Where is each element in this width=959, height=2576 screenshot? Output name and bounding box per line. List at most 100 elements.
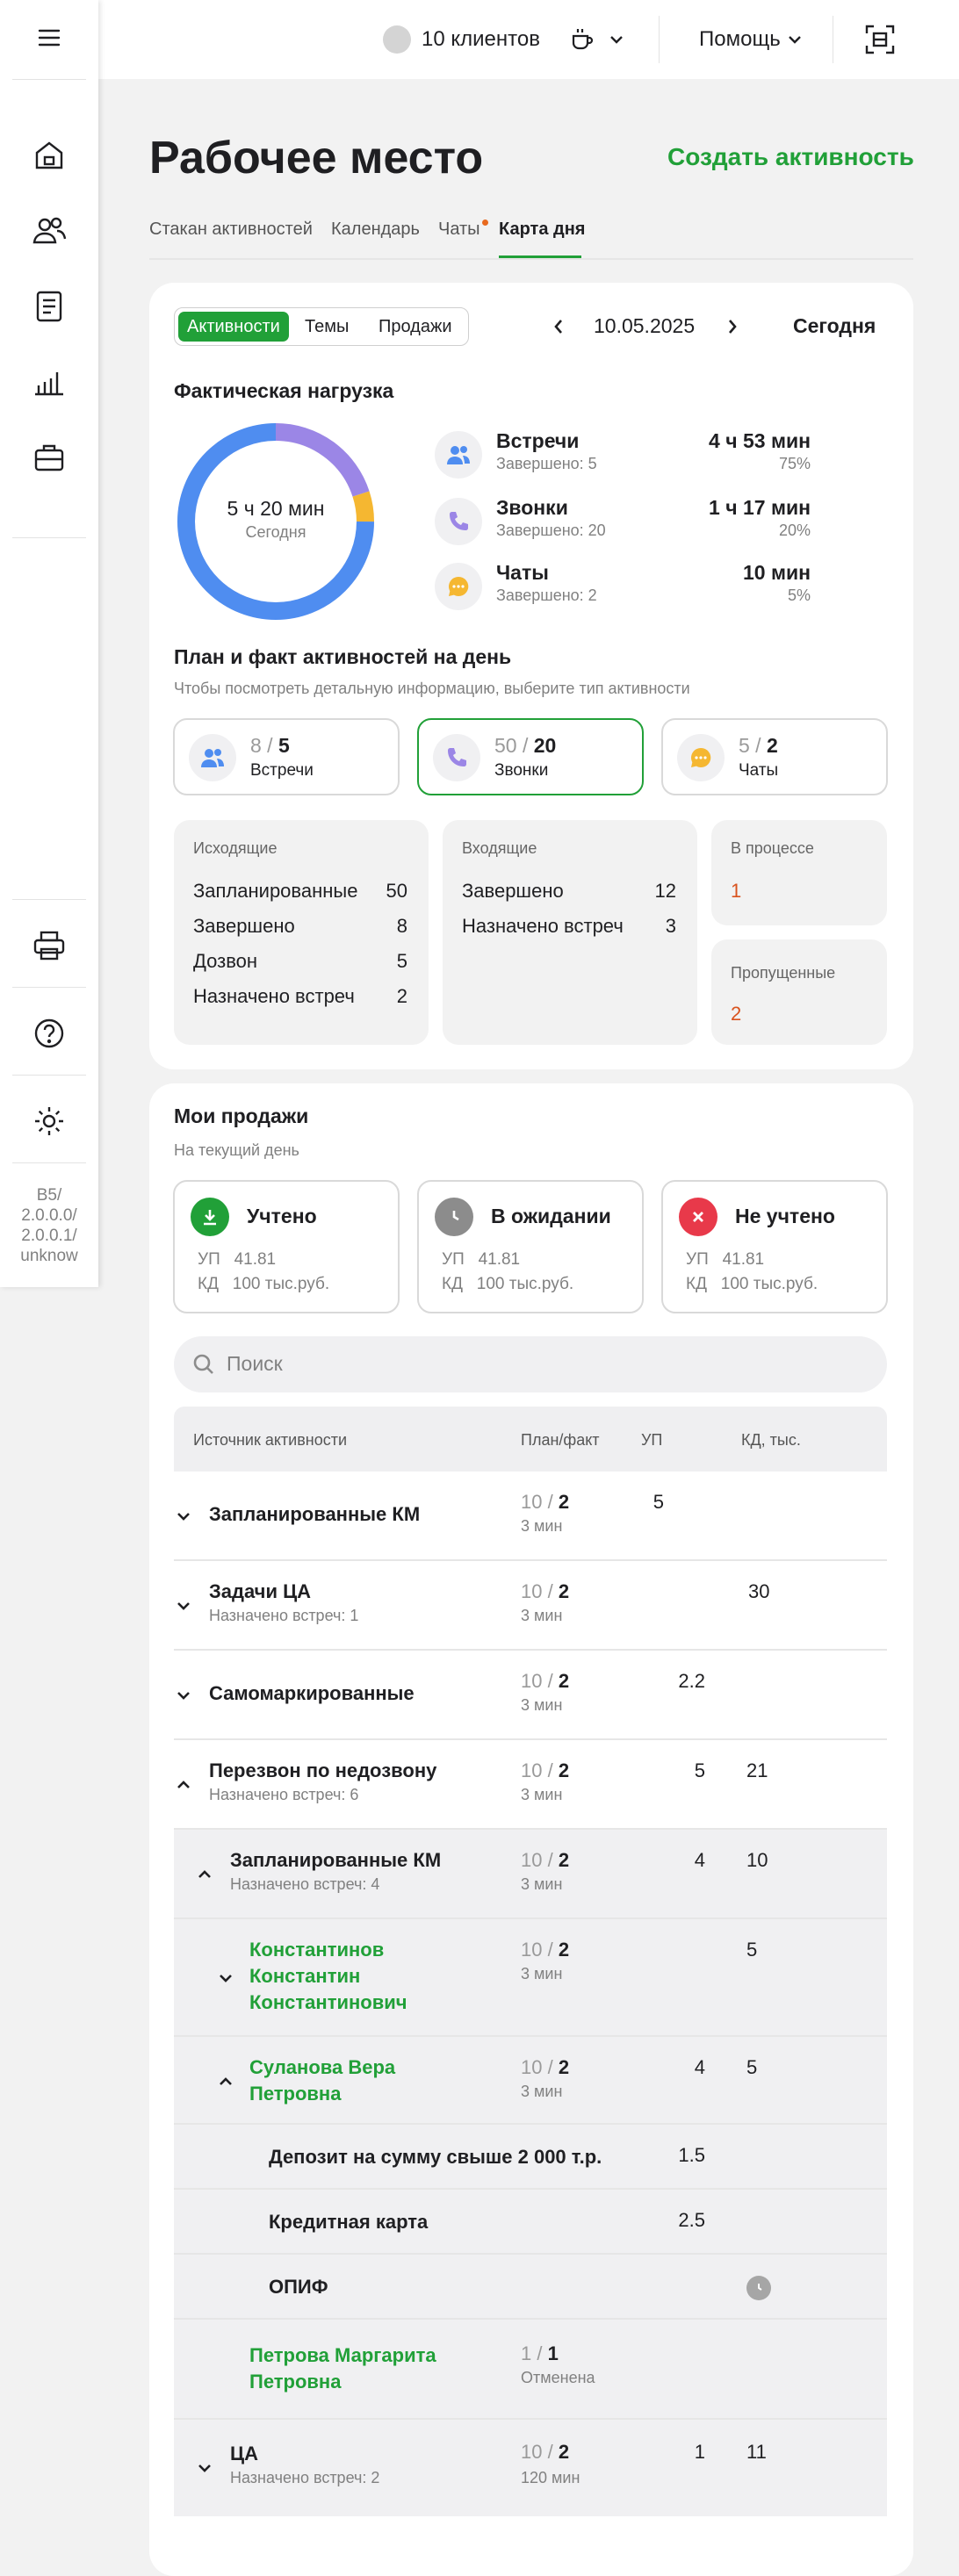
active-tab-indicator <box>499 255 581 258</box>
scan-button[interactable] <box>864 0 896 79</box>
search-icon <box>193 1354 213 1374</box>
qr-scan-icon <box>865 25 895 54</box>
chat-bubble-icon <box>677 734 725 781</box>
outgoing-stats: Исходящие Запланированные 50 Завершено 8… <box>174 820 429 1045</box>
analytics-button[interactable] <box>0 360 98 404</box>
sales-title: Мои продажи <box>174 1105 309 1127</box>
tab-activity-stack[interactable]: Стакан активностей <box>149 219 313 240</box>
gear-icon <box>35 1107 63 1135</box>
chevron-down-icon[interactable] <box>174 1686 193 1705</box>
create-activity-link[interactable]: Создать активность <box>667 143 914 171</box>
home-icon <box>35 141 63 169</box>
legend-calls: Звонки Завершено: 20 1 ч 17 мин 20% <box>435 493 811 546</box>
donut-center-sub: Сегодня <box>245 523 306 541</box>
load-donut-chart <box>177 423 374 620</box>
unread-dot <box>481 219 488 226</box>
clients-counter[interactable]: 10 клиентов <box>383 0 540 79</box>
chevron-down-icon <box>788 36 801 44</box>
table-row[interactable]: Петрова Маргарита Петровна 1 / 1 Отменен… <box>174 2320 887 2420</box>
chevron-up-icon[interactable] <box>195 1865 214 1884</box>
close-icon <box>679 1198 717 1236</box>
current-date: 10.05.2025 <box>594 314 696 337</box>
table-row[interactable]: Запланированные КМ 10 / 2 3 мин 5 <box>174 1471 887 1561</box>
settings-button[interactable] <box>0 1099 98 1143</box>
users-icon <box>32 217 67 244</box>
missed-stats: Пропущенные 2 <box>711 939 887 1045</box>
chevron-right-icon <box>729 320 737 334</box>
documents-button[interactable] <box>0 284 98 328</box>
legend-meetings: Встречи Завершено: 5 4 ч 53 мин 75% <box>435 427 811 479</box>
help-menu[interactable]: Помощь <box>699 0 804 79</box>
menu-button[interactable] <box>0 19 98 56</box>
avatar <box>383 25 411 54</box>
table-row: ОПИФ <box>174 2255 887 2320</box>
plan-card-chats[interactable]: 5 / 2 Чаты <box>661 718 888 795</box>
portfolio-button[interactable] <box>0 435 98 479</box>
briefcase-icon <box>34 444 64 471</box>
plan-hint: Чтобы посмотреть детальную информацию, в… <box>174 680 690 697</box>
plan-card-calls[interactable]: 50 / 20 Звонки <box>417 718 644 795</box>
donut-center-value: 5 ч 20 мин <box>227 497 325 520</box>
meetings-icon <box>189 734 236 781</box>
chevron-down-icon <box>610 36 623 44</box>
table-row[interactable]: ЦА Назначено встреч: 2 10 / 2 120 мин 1 … <box>174 2420 887 2516</box>
in-progress-stats: В процессе 1 <box>711 820 887 925</box>
prev-date-button[interactable] <box>548 314 569 339</box>
sales-sub: На текущий день <box>174 1141 299 1159</box>
chevron-down-icon[interactable] <box>174 1596 193 1615</box>
table-row: Депозит на сумму свыше 2 000 т.р. 1.5 <box>174 2125 887 2190</box>
load-title: Фактическая нагрузка <box>174 379 394 402</box>
page-title: Рабочее место <box>149 133 484 183</box>
sale-card-not-counted[interactable]: Не учтено УП 41.81 КД 100 тыс.руб. <box>661 1180 888 1313</box>
coffee-cup-icon <box>572 29 594 50</box>
status-dropdown[interactable] <box>569 0 625 79</box>
tab-day-map[interactable]: Карта дня <box>499 219 585 240</box>
table-row[interactable]: Самомаркированные 10 / 2 3 мин 2.2 <box>174 1651 887 1740</box>
next-date-button[interactable] <box>722 314 743 339</box>
download-icon <box>191 1198 229 1236</box>
today-button[interactable]: Сегодня <box>793 314 876 338</box>
print-button[interactable] <box>0 924 98 968</box>
meetings-icon <box>435 431 482 479</box>
home-button[interactable] <box>0 133 98 177</box>
chevron-left-icon <box>554 320 562 334</box>
table-row[interactable]: Запланированные КМ Назначено встреч: 4 1… <box>174 1830 887 1919</box>
table-row[interactable]: Константинов Константин Константинович 1… <box>174 1919 887 2037</box>
top-bar: 10 клиентов Помощь <box>98 0 959 79</box>
sidebar: B5/ 2.0.0.0/ 2.0.0.1/ unknow <box>0 0 98 1287</box>
app-version: B5/ 2.0.0.0/ 2.0.0.1/ unknow <box>20 1186 78 1265</box>
chevron-down-icon[interactable] <box>195 2458 214 2478</box>
chevron-up-icon[interactable] <box>174 1775 193 1795</box>
incoming-stats: Входящие Завершено 12 Назначено встреч 3 <box>443 820 697 1045</box>
pending-clock-icon <box>746 2276 771 2300</box>
hamburger-icon <box>38 29 61 47</box>
chevron-down-icon[interactable] <box>174 1507 193 1526</box>
legend-chats: Чаты Завершено: 2 10 мин 5% <box>435 558 811 611</box>
help-button[interactable] <box>0 1011 98 1055</box>
segment-activities[interactable]: Активности <box>178 312 289 342</box>
chevron-down-icon[interactable] <box>216 1968 235 1988</box>
segment-sales[interactable]: Продажи <box>370 312 461 342</box>
table-row[interactable]: Задачи ЦА Назначено встреч: 1 10 / 2 3 м… <box>174 1561 887 1651</box>
document-icon <box>36 291 62 322</box>
table-row: Кредитная карта 2.5 <box>174 2190 887 2255</box>
tab-chats[interactable]: Чаты <box>438 219 488 240</box>
printer-icon <box>33 931 65 961</box>
clients-button[interactable] <box>0 209 98 253</box>
plan-card-meetings[interactable]: 8 / 5 Встречи <box>173 718 400 795</box>
search-input[interactable]: Поиск <box>174 1336 887 1392</box>
table-row[interactable]: Суланова Вера Петровна 10 / 2 3 мин 4 5 <box>174 2037 887 2125</box>
view-segment-control: Активности Темы Продажи <box>174 307 469 346</box>
plan-title: План и факт активностей на день <box>174 645 512 668</box>
segment-topics[interactable]: Темы <box>296 312 357 342</box>
phone-icon <box>433 734 480 781</box>
sale-card-pending[interactable]: В ожидании УП 41.81 КД 100 тыс.руб. <box>417 1180 644 1313</box>
table-row[interactable]: Перезвон по недозвону Назначено встреч: … <box>174 1740 887 1830</box>
tab-calendar[interactable]: Календарь <box>331 219 420 240</box>
question-icon <box>34 1018 64 1048</box>
clock-icon <box>435 1198 473 1236</box>
sale-card-counted[interactable]: Учтено УП 41.81 КД 100 тыс.руб. <box>173 1180 400 1313</box>
table-header: Источник активности План/факт УП КД, тыс… <box>174 1407 887 1471</box>
bar-chart-icon <box>35 372 63 396</box>
chevron-up-icon[interactable] <box>216 2072 235 2091</box>
